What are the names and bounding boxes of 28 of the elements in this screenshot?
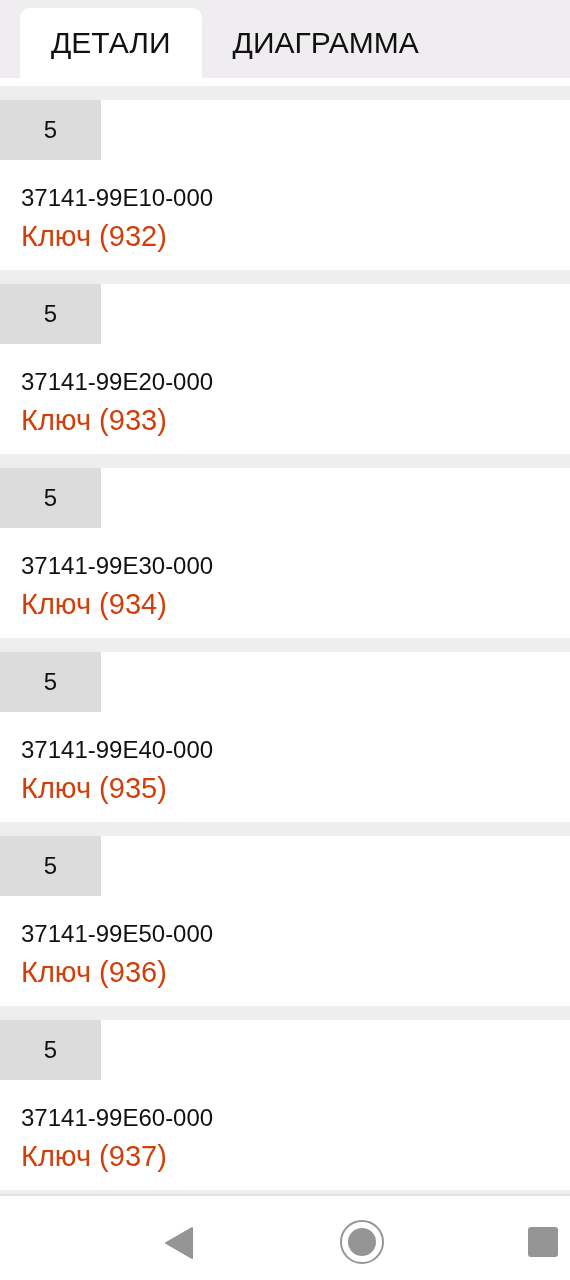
part-name: Ключ (934) [21, 587, 168, 622]
part-name: Ключ (935) [21, 771, 168, 806]
quantity-badge: 5 [0, 652, 101, 712]
part-card[interactable]: 5 37141-99E20-000 Ключ (933) [0, 284, 570, 454]
tab[interactable]: ДЕТАЛИ [20, 8, 202, 78]
part-card[interactable]: 5 37141-99E30-000 Ключ (934) [0, 468, 570, 638]
quantity-badge: 5 [0, 468, 101, 528]
part-number: 37141-99E50-000 [21, 919, 215, 949]
tab[interactable]: ДИАГРАММА [201, 8, 450, 78]
part-name: Ключ (936) [21, 955, 168, 990]
home-icon[interactable] [339, 1219, 385, 1265]
quantity-badge: 5 [0, 1020, 101, 1080]
part-name: Ключ (933) [21, 403, 168, 438]
quantity-badge: 5 [0, 100, 101, 160]
quantity-badge: 5 [0, 836, 101, 896]
part-number: 37141-99E60-000 [21, 1103, 215, 1133]
part-number: 37141-99E30-000 [21, 551, 215, 581]
part-card[interactable]: 5 37141-99E10-000 Ключ (932) [0, 100, 570, 270]
part-number: 37141-99E20-000 [21, 367, 215, 397]
part-card[interactable]: 5 37141-99E60-000 Ключ (937) [0, 1020, 570, 1190]
quantity-badge: 5 [0, 284, 101, 344]
part-number: 37141-99E10-000 [21, 183, 215, 213]
back-icon[interactable] [164, 1226, 194, 1260]
part-card[interactable]: 5 37141-99E40-000 Ключ (935) [0, 652, 570, 822]
part-card[interactable]: 5 37141-99E50-000 Ключ (936) [0, 836, 570, 1006]
part-number: 37141-99E40-000 [21, 735, 215, 765]
part-name: Ключ (937) [21, 1139, 168, 1174]
part-name: Ключ (932) [21, 219, 168, 254]
